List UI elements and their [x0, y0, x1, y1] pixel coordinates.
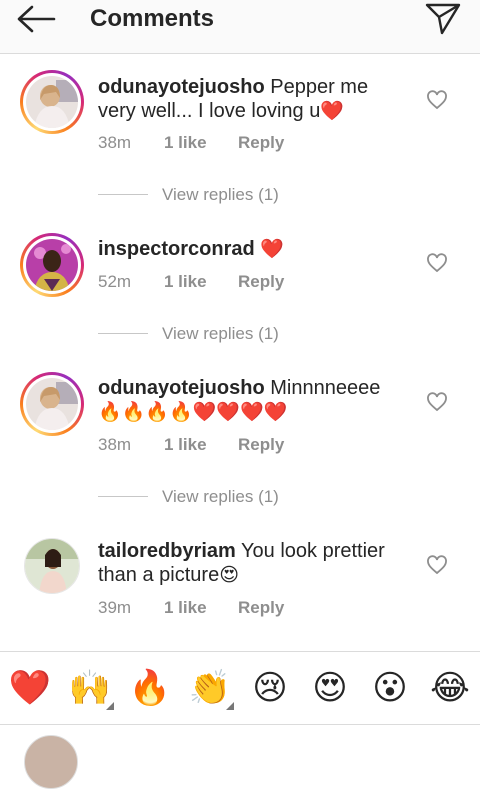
view-replies-label: View replies (1)	[162, 487, 279, 506]
reply-button[interactable]: Reply	[238, 272, 284, 292]
comment-emoji: 🔥🔥🔥🔥❤️❤️❤️❤️	[98, 401, 288, 423]
comment-username[interactable]: odunayotejuosho	[98, 377, 265, 399]
comment-text: odunayotejuoshо Pepper me very well... I…	[98, 75, 400, 123]
avatar[interactable]	[20, 372, 84, 436]
app-header: Comments	[0, 0, 480, 54]
crying-face-emoji-button[interactable]: 😢	[246, 664, 294, 712]
clapping-hands-emoji: 👏	[188, 668, 232, 708]
divider-line	[98, 194, 148, 195]
comment-emoji: ❤️	[260, 238, 284, 260]
back-arrow-icon[interactable]	[14, 4, 58, 34]
comment-likes[interactable]: 1 like	[164, 133, 207, 153]
comment-username[interactable]: tailoredbyriam	[98, 540, 236, 562]
view-replies-label: View replies (1)	[162, 185, 279, 204]
heart-eyes-emoji-button[interactable]: 😍	[306, 664, 354, 712]
skin-tone-indicator-icon	[226, 702, 234, 710]
emoji-reaction-bar: ❤️ 🙌 🔥 👏 😢 😍 😮 😂	[0, 651, 480, 725]
reply-button[interactable]: Reply	[238, 598, 284, 618]
avatar[interactable]	[20, 70, 84, 134]
direct-send-icon[interactable]	[424, 2, 462, 36]
comment-emoji: ❤️	[320, 100, 344, 122]
comment-text: odunayotejuosho Minnnneeee🔥🔥🔥🔥❤️❤️❤️❤️	[98, 376, 400, 424]
comment-likes[interactable]: 1 like	[164, 598, 207, 618]
raising-hands-emoji: 🙌	[68, 668, 112, 708]
view-replies-label: View replies (1)	[162, 324, 279, 343]
comment-likes[interactable]: 1 like	[164, 272, 207, 292]
comment-likes[interactable]: 1 like	[164, 435, 207, 455]
avatar[interactable]	[20, 534, 84, 598]
view-replies-link[interactable]: View replies (1)	[98, 322, 348, 346]
heart-outline-icon[interactable]	[426, 555, 448, 575]
avatar	[24, 735, 78, 789]
raising-hands-emoji-button[interactable]: 🙌	[66, 664, 114, 712]
comment-username[interactable]: odunayotejuoshо	[98, 76, 265, 98]
avatar[interactable]	[20, 233, 84, 297]
comment-body: Minnnneeee	[270, 377, 381, 399]
heart-outline-icon[interactable]	[426, 392, 448, 412]
fire-emoji-button[interactable]: 🔥	[126, 664, 174, 712]
heart-outline-icon[interactable]	[426, 253, 448, 273]
tears-of-joy-emoji-button[interactable]: 😂	[426, 664, 474, 712]
surprised-face-emoji-button[interactable]: 😮	[366, 664, 414, 712]
comment-text: tailoredbyriam You look prettier than a …	[98, 539, 400, 587]
comment-composer	[0, 725, 480, 789]
page-title: Comments	[90, 5, 215, 32]
heart-outline-icon[interactable]	[426, 90, 448, 110]
comment-emoji: 😍	[219, 564, 240, 586]
divider-line	[98, 333, 148, 334]
red-heart-emoji-button[interactable]: ❤️	[6, 664, 54, 712]
comment-text: inspectorconrad ❤️	[98, 237, 400, 261]
reply-button[interactable]: Reply	[238, 133, 284, 153]
clapping-hands-emoji-button[interactable]: 👏	[186, 664, 234, 712]
comment-time: 39m	[98, 598, 132, 617]
view-replies-link[interactable]: View replies (1)	[98, 485, 348, 509]
skin-tone-indicator-icon	[106, 702, 114, 710]
comment-time: 52m	[98, 272, 132, 291]
comment-time: 38m	[98, 435, 132, 454]
divider-line	[98, 496, 148, 497]
comment-time: 38m	[98, 133, 132, 152]
comment-username[interactable]: inspectorconrad	[98, 238, 255, 260]
view-replies-link[interactable]: View replies (1)	[98, 183, 348, 207]
reply-button[interactable]: Reply	[238, 435, 284, 455]
